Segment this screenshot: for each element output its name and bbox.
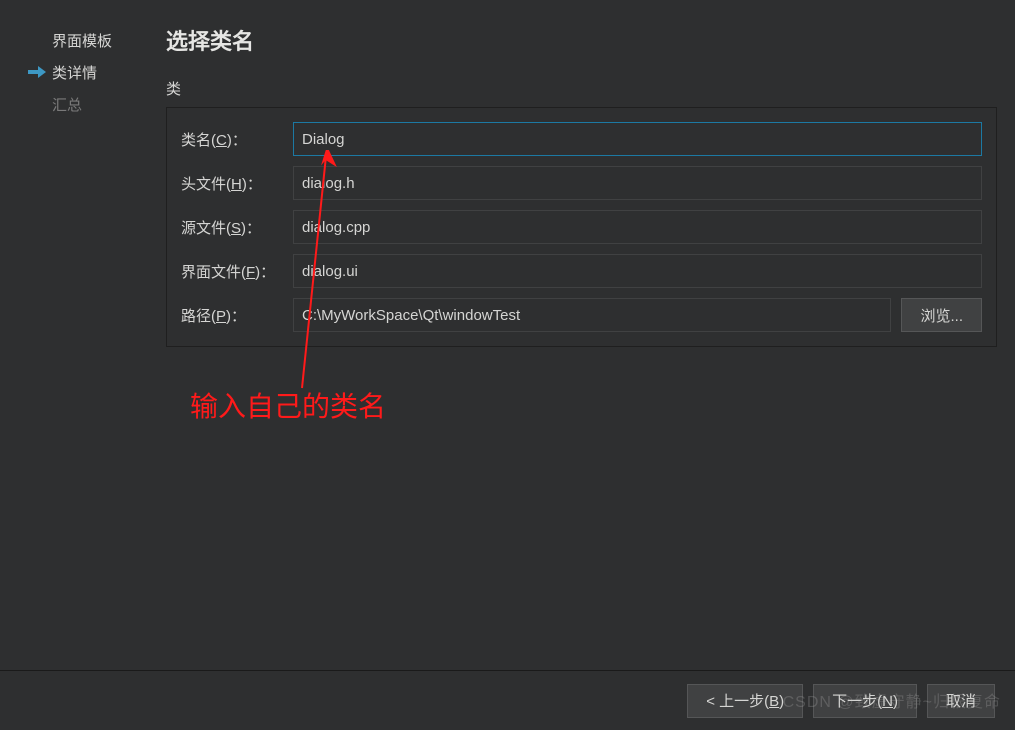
class-name-label: 类名(C)：: [181, 129, 293, 150]
cancel-button[interactable]: 取消: [927, 684, 995, 718]
step-label: 界面模板: [52, 30, 112, 51]
path-input[interactable]: [293, 298, 891, 332]
step-label: 类详情: [52, 62, 97, 83]
next-button[interactable]: 下一步(N): [813, 684, 917, 718]
arrow-right-icon: [28, 66, 52, 78]
back-button[interactable]: < 上一步(B): [687, 684, 803, 718]
step-interface-template[interactable]: 界面模板: [28, 24, 156, 56]
class-name-input[interactable]: [293, 122, 982, 156]
browse-button[interactable]: 浏览...: [901, 298, 982, 332]
group-label: 类: [166, 78, 997, 99]
wizard-sidebar: 界面模板 类详情 汇总: [28, 24, 156, 650]
header-file-input[interactable]: [293, 166, 982, 200]
wizard-footer: < 上一步(B) 下一步(N) 取消: [0, 670, 1015, 730]
path-label: 路径(P)：: [181, 305, 293, 326]
source-file-label: 源文件(S)：: [181, 217, 293, 238]
step-summary[interactable]: 汇总: [28, 88, 156, 120]
form-file-input[interactable]: [293, 254, 982, 288]
page-title: 选择类名: [166, 24, 997, 56]
source-file-input[interactable]: [293, 210, 982, 244]
step-class-details[interactable]: 类详情: [28, 56, 156, 88]
class-group: 类名(C)： 头文件(H)： 源文件(S)： 界面文件(F)：: [166, 107, 997, 347]
form-file-label: 界面文件(F)：: [181, 261, 293, 282]
header-file-label: 头文件(H)：: [181, 173, 293, 194]
step-label: 汇总: [52, 94, 82, 115]
